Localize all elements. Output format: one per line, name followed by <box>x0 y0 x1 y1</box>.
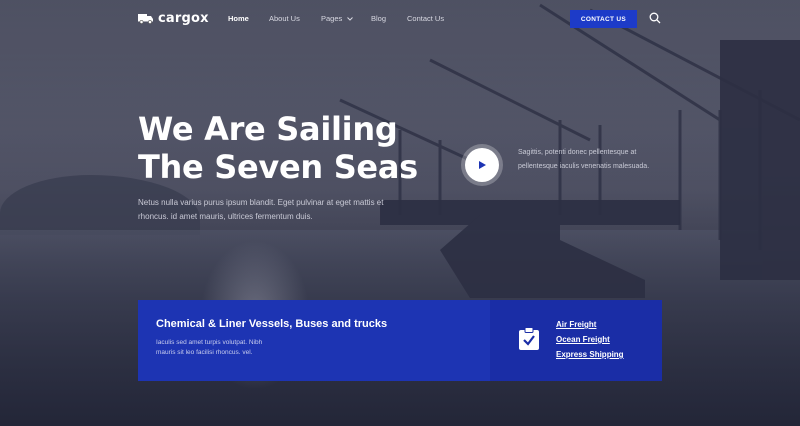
nav-item-blog[interactable]: Blog <box>371 14 386 23</box>
hero-title: We Are Sailing The Seven Seas <box>138 110 418 186</box>
play-icon <box>479 161 486 169</box>
services-panel: Chemical & Liner Vessels, Buses and truc… <box>138 300 662 381</box>
play-video-button[interactable] <box>465 148 499 182</box>
link-ocean-freight[interactable]: Ocean Freight <box>556 335 624 344</box>
truck-icon <box>138 14 153 24</box>
services-panel-links: Air Freight Ocean Freight Express Shippi… <box>490 300 662 381</box>
hero-title-line-2: The Seven Seas <box>138 148 418 186</box>
top-navigation: cargox Home About Us Pages Blog Contact … <box>0 0 800 38</box>
hero-side-text: Sagittis, potenti donec pellentesque at … <box>518 149 650 170</box>
services-panel-info: Chemical & Liner Vessels, Buses and truc… <box>138 300 490 381</box>
nav-item-home[interactable]: Home <box>228 14 249 23</box>
service-links: Air Freight Ocean Freight Express Shippi… <box>556 320 624 359</box>
nav-item-pages[interactable]: Pages <box>321 14 354 23</box>
search-icon[interactable] <box>649 12 661 24</box>
nav-item-contact-us[interactable]: Contact Us <box>407 14 444 23</box>
hero-title-line-1: We Are Sailing <box>138 110 398 148</box>
contact-us-button[interactable]: CONTACT US <box>570 10 637 28</box>
services-panel-description: Iaculis sed amet turpis volutpat. Nibh m… <box>156 339 263 356</box>
nav-item-about-us[interactable]: About Us <box>269 14 300 23</box>
link-air-freight[interactable]: Air Freight <box>556 320 624 329</box>
brand-logo[interactable]: cargox <box>138 11 209 26</box>
brand-name: cargox <box>158 11 209 26</box>
clipboard-check-icon <box>519 327 539 350</box>
link-express-shipping[interactable]: Express Shipping <box>556 350 624 359</box>
chevron-down-icon <box>347 17 354 21</box>
nav-item-pages-label: Pages <box>321 14 343 23</box>
hero-subtitle: Netus nulla varius purus ipsum blandit. … <box>138 198 384 221</box>
services-panel-title: Chemical & Liner Vessels, Buses and truc… <box>156 318 388 330</box>
